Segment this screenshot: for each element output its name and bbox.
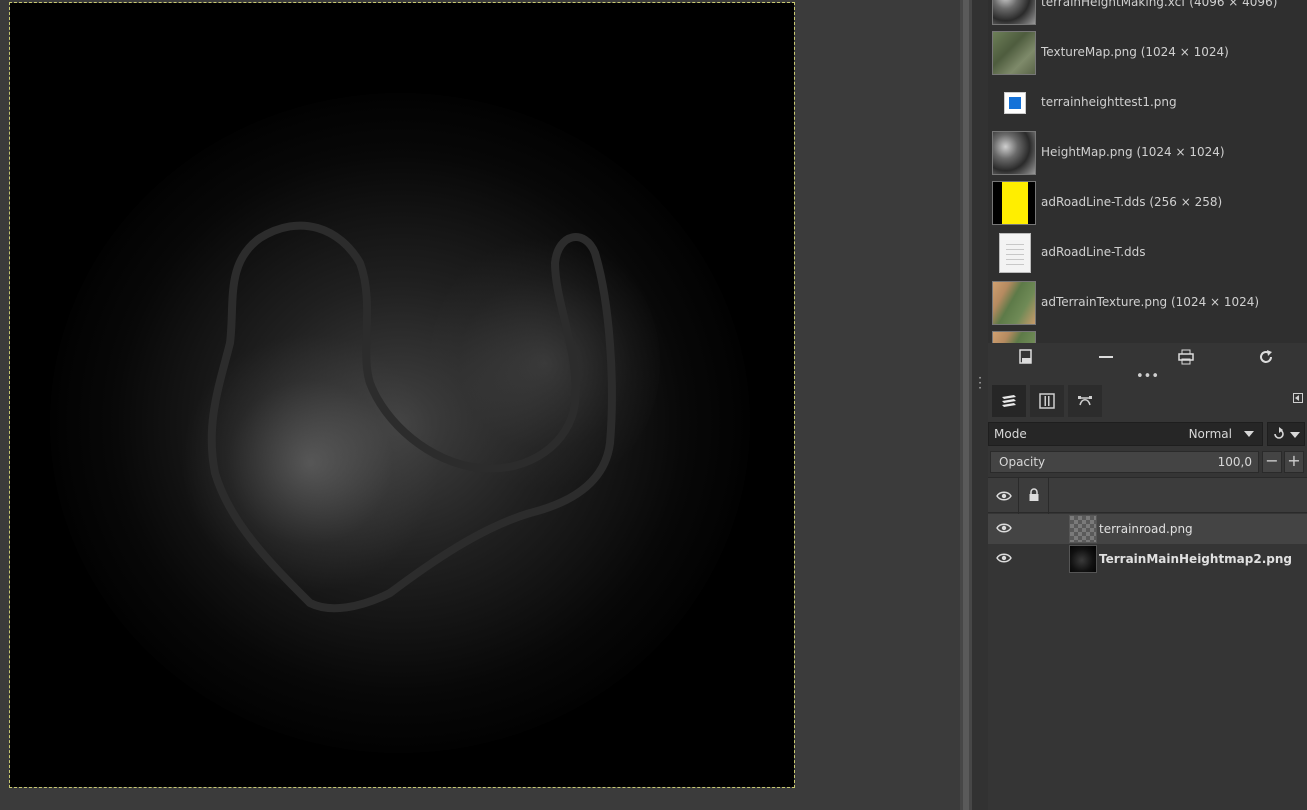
tab-paths[interactable]	[1068, 385, 1102, 417]
image-item[interactable]: adRoadLine-T.dds (256 × 258)	[988, 178, 1307, 228]
opacity-label: Opacity	[999, 455, 1046, 469]
layer-row[interactable]: TerrainMainHeightmap2.png	[988, 544, 1307, 574]
layer-name[interactable]: terrainroad.png	[1099, 522, 1193, 536]
image-thumbnail	[992, 31, 1036, 75]
image-thumbnail	[992, 181, 1036, 225]
undo-icon	[1274, 427, 1284, 439]
chevron-down-icon	[1244, 431, 1254, 437]
image-item[interactable]: terrainHeightMaking.xcf (4096 × 4096)	[988, 0, 1307, 28]
image-label: adTerrainTexture.png (1024 × 1024)	[1041, 295, 1260, 309]
images-list[interactable]: terrainHeightMaking.xcf (4096 × 4096) Te…	[988, 0, 1307, 343]
column-separator	[1048, 478, 1049, 514]
layer-row[interactable]: terrainroad.png	[988, 514, 1307, 544]
image-thumbnail	[992, 0, 1036, 25]
layers-header	[988, 477, 1307, 514]
image-item[interactable]: adRoadLine-T.dds	[988, 228, 1307, 278]
mode-label: Mode	[994, 427, 1027, 441]
lock-icon[interactable]	[1028, 488, 1040, 502]
image-link-icon	[992, 81, 1036, 125]
image-item[interactable]: terrainheighttest1.png	[988, 78, 1307, 128]
layer-thumbnail	[1069, 515, 1097, 543]
image-label: HeightMap.png (1024 × 1024)	[1041, 145, 1225, 159]
printer-icon[interactable]	[1174, 348, 1198, 370]
image-label: adRoadLine-T.dds (256 × 258)	[1041, 195, 1223, 209]
image-canvas[interactable]	[9, 2, 795, 788]
right-dock-panel: terrainHeightMaking.xcf (4096 × 4096) Te…	[988, 0, 1307, 810]
image-item[interactable]: TextureMap.png (1024 × 1024)	[988, 28, 1307, 78]
opacity-field[interactable]: Opacity 100,0	[990, 451, 1259, 473]
image-label: TextureMap.png (1024 × 1024)	[1041, 45, 1229, 59]
dock-tab-bar	[988, 383, 1307, 419]
image-item[interactable]: adTerrainTexture.png (1024 × 1024)	[988, 278, 1307, 328]
opacity-decrease-button[interactable]: −	[1262, 451, 1282, 473]
eye-icon[interactable]	[996, 490, 1012, 502]
dock-handle-bar	[972, 0, 988, 810]
drag-grip-icon[interactable]: · · ·	[975, 372, 985, 394]
document-icon	[992, 231, 1036, 275]
eye-icon[interactable]	[996, 552, 1012, 564]
tab-channels[interactable]	[1030, 385, 1064, 417]
opacity-value: 100,0	[1217, 455, 1252, 469]
road-path	[207, 221, 616, 613]
canvas-area[interactable]	[0, 0, 960, 810]
panel-menu-icon[interactable]	[1293, 393, 1303, 403]
minus-icon[interactable]	[1094, 348, 1118, 370]
channels-icon	[1039, 393, 1055, 409]
column-separator	[1018, 478, 1019, 514]
image-item[interactable]: HeightMap.png (1024 × 1024)	[988, 128, 1307, 178]
composite-mode-button[interactable]	[1267, 422, 1305, 446]
road-lines	[207, 221, 616, 613]
divider-strip	[963, 0, 969, 810]
opacity-increase-button[interactable]: +	[1284, 451, 1304, 473]
mode-value: Normal	[1188, 427, 1232, 441]
layers-panel: Mode Normal Opacity 100,0 − + terrainroa…	[988, 419, 1307, 810]
chevron-down-icon	[1290, 432, 1300, 438]
image-item[interactable]	[988, 328, 1307, 343]
layer-thumbnail	[1069, 545, 1097, 573]
layers-list[interactable]: terrainroad.png TerrainMainHeightmap2.pn…	[988, 514, 1307, 810]
image-thumbnail	[992, 131, 1036, 175]
layers-icon	[1002, 395, 1016, 407]
open-in-window-icon[interactable]	[1014, 348, 1038, 370]
image-label: terrainHeightMaking.xcf (4096 × 4096)	[1041, 0, 1278, 9]
paths-icon	[1078, 396, 1092, 406]
layer-name[interactable]: TerrainMainHeightmap2.png	[1099, 552, 1292, 566]
dock-separator-dots[interactable]: •••	[988, 370, 1307, 383]
refresh-icon[interactable]	[1254, 348, 1278, 370]
image-label: adRoadLine-T.dds	[1041, 245, 1146, 259]
image-thumbnail	[992, 331, 1036, 343]
tab-layers[interactable]	[992, 385, 1026, 417]
image-thumbnail	[992, 281, 1036, 325]
image-label: terrainheighttest1.png	[1041, 95, 1177, 109]
dock-divider[interactable]	[960, 0, 972, 810]
eye-icon[interactable]	[996, 522, 1012, 534]
mode-select[interactable]: Mode Normal	[988, 422, 1263, 446]
